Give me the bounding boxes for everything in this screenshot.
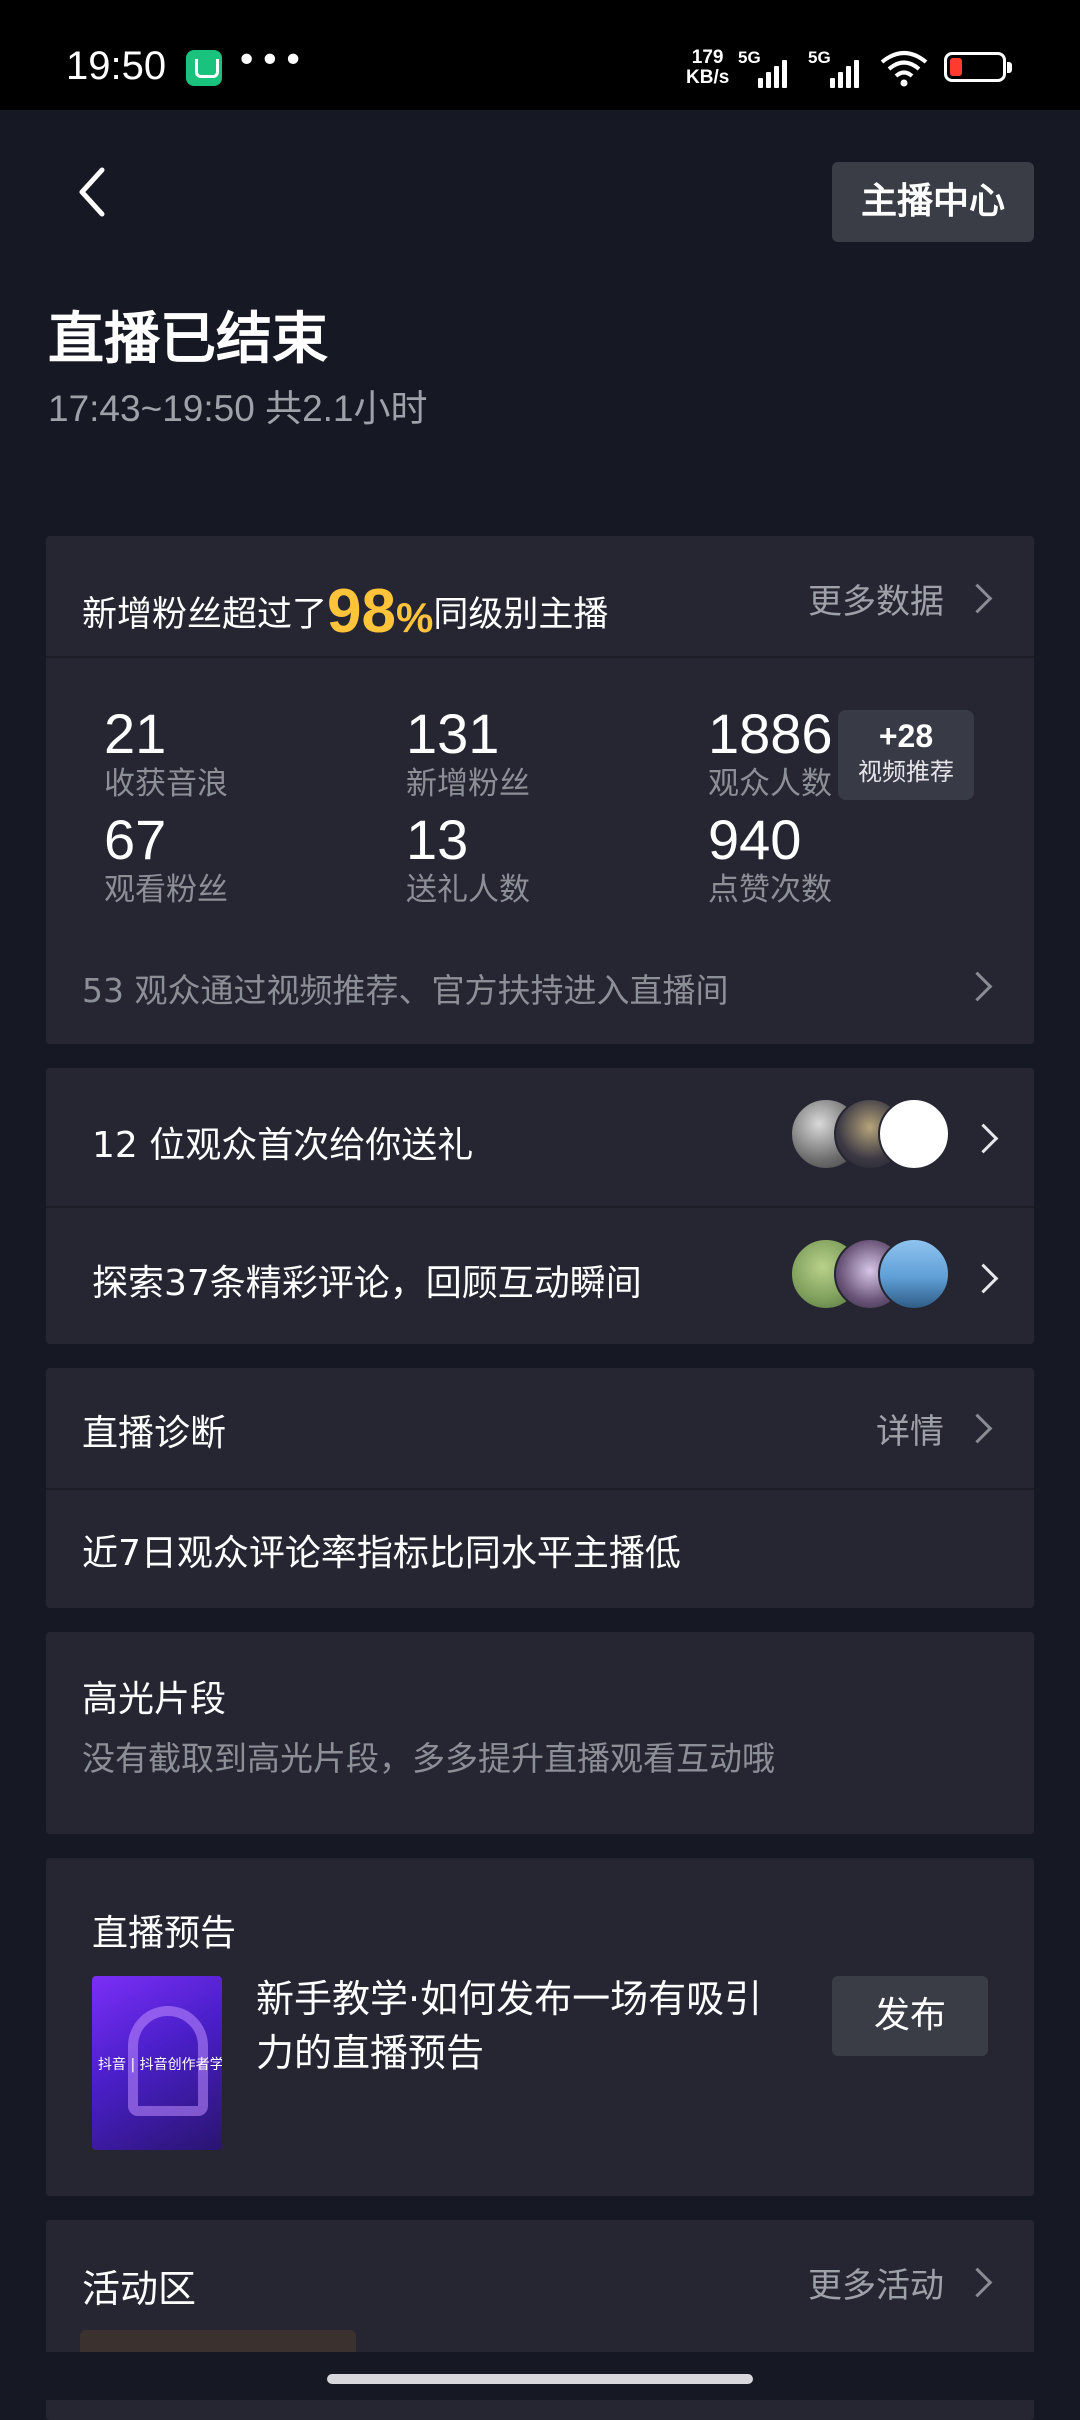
diagnosis-card: 直播诊断 详情 近7日观众评论率指标比同水平主播低 (46, 1368, 1034, 1608)
app-notification-icon (186, 50, 222, 86)
divider (46, 1206, 1034, 1208)
first-gift-row[interactable]: 12 位观众首次给你送礼 (92, 1116, 473, 1168)
divider (46, 1488, 1034, 1490)
interaction-card: 12 位观众首次给你送礼 探索37条精彩评论，回顾互动瞬间 (46, 1068, 1034, 1344)
activity-thumbnail[interactable] (80, 2330, 356, 2352)
video-recommend-badge[interactable]: +28 视频推荐 (838, 710, 974, 800)
page-title: 直播已结束 (48, 307, 328, 372)
battery-icon (944, 52, 1012, 82)
network-speed: 179 KB/s (686, 47, 730, 88)
streamer-center-button[interactable]: 主播中心 (832, 162, 1034, 242)
status-time: 19:50 (66, 44, 167, 88)
wifi-icon (880, 51, 928, 87)
diagnosis-title: 直播诊断 (82, 1413, 227, 1454)
divider (46, 656, 1034, 658)
chevron-right-icon[interactable] (962, 2267, 993, 2298)
more-data-link[interactable]: 更多数据 (808, 574, 944, 623)
stat-sound-waves: 21 收获音浪 (104, 702, 228, 803)
live-preview-card: 直播预告 抖音 | 抖音创作者学院 新手教学·如何发布一场有吸引力的直播预告 发… (46, 1858, 1034, 2196)
summary-card: 新增粉丝超过了98%同级别主播 更多数据 21 收获音浪 131 新增粉丝 1886… (46, 536, 1034, 1044)
live-duration: 17:43~19:50 共2.1小时 (48, 388, 428, 429)
tutorial-title[interactable]: 新手教学·如何发布一场有吸引力的直播预告 (256, 1972, 796, 2080)
recommend-source-text[interactable]: 53 观众通过视频推荐、官方扶持进入直播间 (82, 964, 728, 1012)
chevron-right-icon[interactable] (968, 1123, 999, 1154)
signal-icon: 5G (808, 48, 872, 88)
activity-title: 活动区 (82, 2267, 197, 2311)
chevron-right-icon[interactable] (968, 1263, 999, 1294)
preview-title: 直播预告 (92, 1913, 237, 1954)
home-indicator[interactable] (327, 2374, 753, 2384)
highlights-message: 没有截取到高光片段，多多提升直播观看互动哦 (82, 1739, 775, 1778)
chevron-right-icon[interactable] (962, 1413, 993, 1444)
fans-ranking: 新增粉丝超过了98%同级别主播 (82, 577, 609, 646)
stat-watching-fans: 67 观看粉丝 (104, 808, 228, 909)
stat-gift-senders: 13 送礼人数 (406, 808, 530, 909)
chevron-left-icon[interactable] (72, 162, 112, 222)
comments-row[interactable]: 探索37条精彩评论，回顾互动瞬间 (92, 1254, 642, 1306)
highlights-title: 高光片段 (82, 1679, 227, 1720)
stat-viewers: 1886 观众人数 (708, 702, 833, 803)
avatar (878, 1098, 950, 1170)
more-activities-link[interactable]: 更多活动 (808, 2258, 944, 2307)
avatar (878, 1238, 950, 1310)
comment-avatars (790, 1238, 954, 1310)
tutorial-thumbnail[interactable]: 抖音 | 抖音创作者学院 (92, 1976, 222, 2150)
chevron-right-icon[interactable] (962, 971, 993, 1002)
highlights-card: 高光片段 没有截取到高光片段，多多提升直播观看互动哦 (46, 1632, 1034, 1834)
gift-avatars (790, 1098, 954, 1170)
more-notifications-icon: ••• (236, 40, 306, 81)
signal-icon: 5G (738, 48, 798, 88)
diagnosis-message: 近7日观众评论率指标比同水平主播低 (82, 1533, 681, 1574)
diagnosis-detail-link[interactable]: 详情 (876, 1404, 944, 1453)
publish-button[interactable]: 发布 (832, 1976, 988, 2056)
chevron-right-icon[interactable] (962, 583, 993, 614)
stat-new-fans: 131 新增粉丝 (406, 702, 530, 803)
status-bar: 19:50 ••• 179 KB/s 5G 5G (0, 0, 1080, 110)
stat-likes: 940 点赞次数 (708, 808, 832, 909)
